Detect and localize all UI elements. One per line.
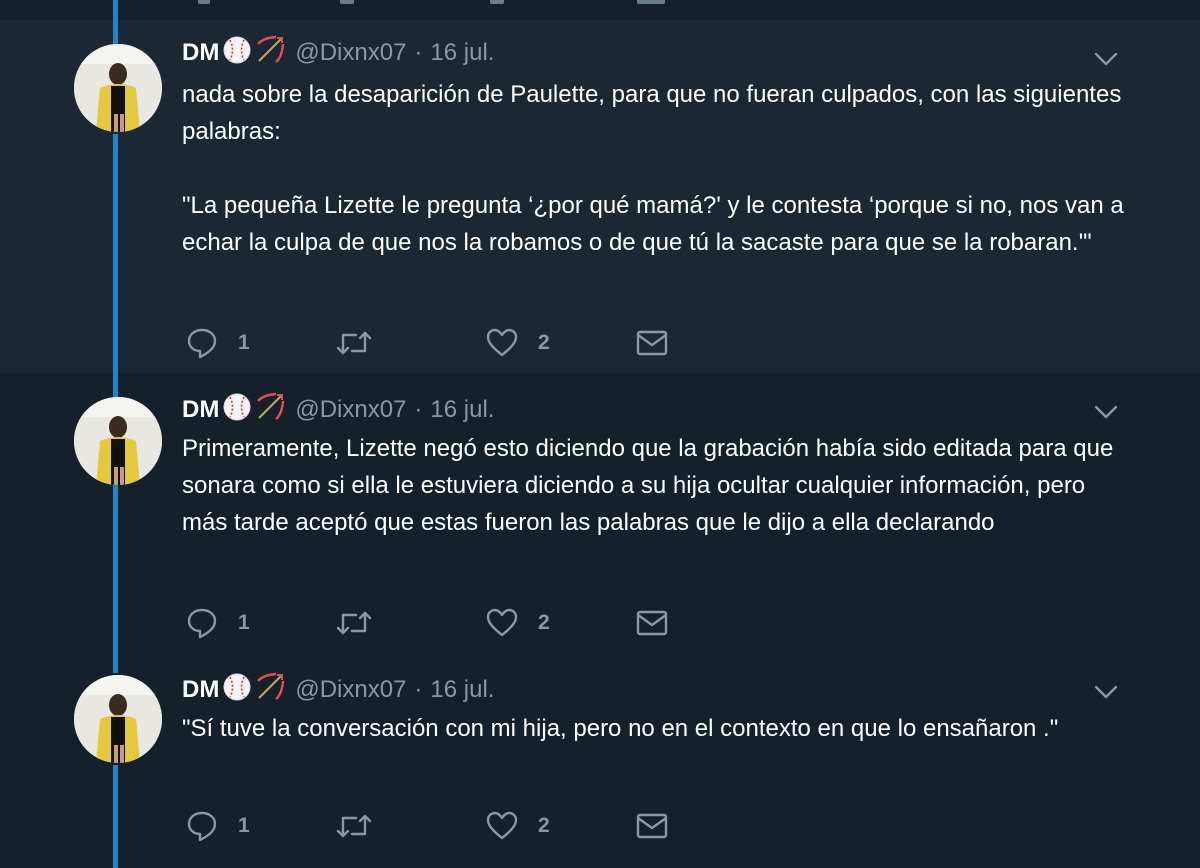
bow-and-arrow-icon — [255, 392, 285, 429]
reply-button[interactable]: 1 — [186, 810, 336, 842]
like-count: 2 — [538, 331, 550, 354]
tweet-date[interactable]: 16 jul. — [430, 396, 494, 424]
like-count: 2 — [538, 611, 550, 634]
envelope-icon — [636, 812, 668, 840]
tweet[interactable]: DM @Dixnx07 · 16 jul. nada sobre la desa… — [0, 20, 1200, 373]
message-icon-fragment — [637, 0, 665, 4]
like-icon-fragment — [490, 0, 504, 4]
chevron-down-icon[interactable] — [1093, 683, 1119, 701]
separator: · — [414, 676, 423, 703]
tweet-date[interactable]: 16 jul. — [430, 39, 494, 67]
chevron-down-icon[interactable] — [1093, 403, 1119, 421]
speech-bubble-icon — [186, 810, 218, 842]
tweet-actions: 1 2 — [186, 327, 668, 359]
tweet-date[interactable]: 16 jul. — [430, 676, 494, 704]
heart-icon — [486, 608, 518, 638]
baseball-icon — [222, 672, 252, 709]
heart-icon — [486, 811, 518, 841]
envelope-icon — [636, 609, 668, 637]
envelope-icon — [636, 329, 668, 357]
tweet-header: DM @Dixnx07 · 16 jul. — [182, 392, 494, 425]
bow-and-arrow-icon — [255, 672, 285, 709]
bow-and-arrow-icon — [255, 35, 285, 72]
reply-count: 1 — [238, 814, 250, 837]
author-handle[interactable]: @Dixnx07 — [295, 396, 406, 424]
retweet-icon — [336, 328, 372, 358]
separator: · — [414, 39, 423, 66]
like-button[interactable]: 2 — [486, 328, 636, 358]
retweet-button[interactable] — [336, 328, 486, 358]
speech-bubble-icon — [186, 327, 218, 359]
reply-count: 1 — [238, 611, 250, 634]
like-button[interactable]: 2 — [486, 811, 636, 841]
author-name[interactable]: DM — [182, 396, 219, 424]
message-button[interactable] — [636, 329, 668, 357]
retweet-icon — [336, 811, 372, 841]
message-button[interactable] — [636, 609, 668, 637]
tweet[interactable]: DM @Dixnx07 · 16 jul. Primeramente, Lize… — [0, 373, 1200, 663]
tweet-text: nada sobre la desaparición de Paulette, … — [182, 81, 1124, 256]
tweet[interactable]: DM @Dixnx07 · 16 jul. "Sí tuve la conver… — [0, 663, 1200, 868]
like-count: 2 — [538, 814, 550, 837]
thread-line — [113, 20, 118, 46]
retweet-button[interactable] — [336, 811, 486, 841]
thread-line — [113, 134, 118, 373]
thread-line — [113, 663, 118, 673]
reply-count: 1 — [238, 331, 250, 354]
separator: · — [414, 396, 423, 423]
author-name[interactable]: DM — [182, 676, 219, 704]
avatar[interactable] — [74, 397, 162, 485]
chevron-down-icon[interactable] — [1093, 50, 1119, 68]
thread-line — [113, 0, 118, 20]
thread-line — [113, 485, 118, 663]
retweet-icon — [336, 608, 372, 638]
author-handle[interactable]: @Dixnx07 — [295, 676, 406, 704]
tweet-header: DM @Dixnx07 · 16 jul. — [182, 672, 494, 705]
heart-icon — [486, 328, 518, 358]
like-button[interactable]: 2 — [486, 608, 636, 638]
tweet-header: DM @Dixnx07 · 16 jul. — [182, 35, 494, 68]
reply-icon-fragment — [198, 0, 210, 4]
tweet-actions: 1 2 — [186, 607, 668, 639]
thread-line — [113, 765, 118, 868]
tweet-text: "Sí tuve la conversación con mi hija, pe… — [182, 715, 1059, 742]
reply-button[interactable]: 1 — [186, 327, 336, 359]
speech-bubble-icon — [186, 607, 218, 639]
author-name[interactable]: DM — [182, 39, 219, 67]
avatar[interactable] — [74, 675, 162, 763]
baseball-icon — [222, 35, 252, 72]
previous-tweet-strip — [0, 0, 1200, 20]
retweet-icon-fragment — [340, 0, 354, 4]
tweet-text: Primeramente, Lizette negó esto diciendo… — [182, 435, 1120, 536]
message-button[interactable] — [636, 812, 668, 840]
tweet-actions: 1 2 — [186, 810, 668, 842]
thread-line — [113, 373, 118, 397]
retweet-button[interactable] — [336, 608, 486, 638]
avatar[interactable] — [74, 44, 162, 132]
reply-button[interactable]: 1 — [186, 607, 336, 639]
baseball-icon — [222, 392, 252, 429]
author-handle[interactable]: @Dixnx07 — [295, 39, 406, 67]
